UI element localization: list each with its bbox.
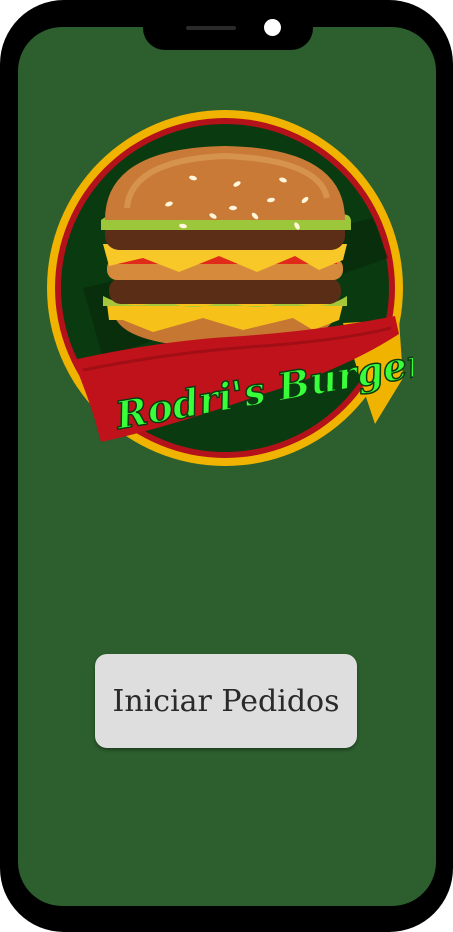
burger-icon <box>101 146 351 348</box>
brand-logo: Rodri's Burger <box>43 108 413 470</box>
phone-notch <box>143 0 313 50</box>
front-camera <box>264 19 281 36</box>
start-orders-button[interactable]: Iniciar Pedidos <box>95 654 357 748</box>
speaker-grille <box>186 26 236 30</box>
